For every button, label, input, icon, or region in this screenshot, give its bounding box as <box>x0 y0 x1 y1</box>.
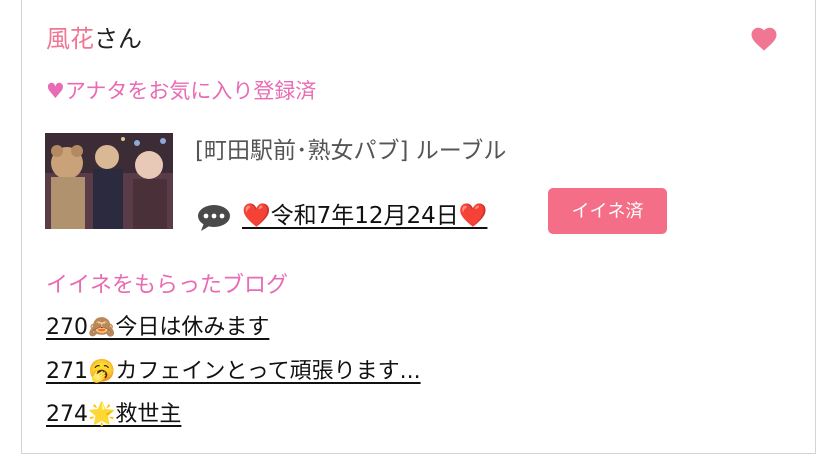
favorite-heart-button[interactable] <box>749 24 779 54</box>
like-button[interactable]: イイネ済 <box>548 188 667 234</box>
speech-bubble-icon[interactable] <box>196 204 232 232</box>
liked-blogs-heading: イイネをもらったブログ <box>46 273 289 298</box>
shop-name: [町田駅前･熟女パブ] ルーブル <box>195 138 507 164</box>
post-date-link[interactable]: ❤️令和7年12月24日❤️ <box>242 199 487 233</box>
thumbnail-image <box>45 133 173 229</box>
post-thumbnail[interactable] <box>45 133 173 229</box>
profile-name-row: 風花さん <box>46 22 142 56</box>
profile-name[interactable]: 風花 <box>46 25 94 53</box>
heart-icon <box>751 27 777 51</box>
favorite-status: ♥アナタをお気に入り登録済 <box>46 79 317 103</box>
name-suffix: さん <box>94 25 142 53</box>
blog-item[interactable]: 270🙈今日は休みます <box>46 312 269 344</box>
blog-item[interactable]: 271🥱カフェインとって頑張ります... <box>46 356 421 388</box>
favorite-card: 風花さん ♥アナタをお気に入り登録済 [町田駅前･熟女パブ] ルーブル ❤️令和… <box>21 0 816 454</box>
blog-item[interactable]: 274🌟救世主 <box>46 399 181 431</box>
